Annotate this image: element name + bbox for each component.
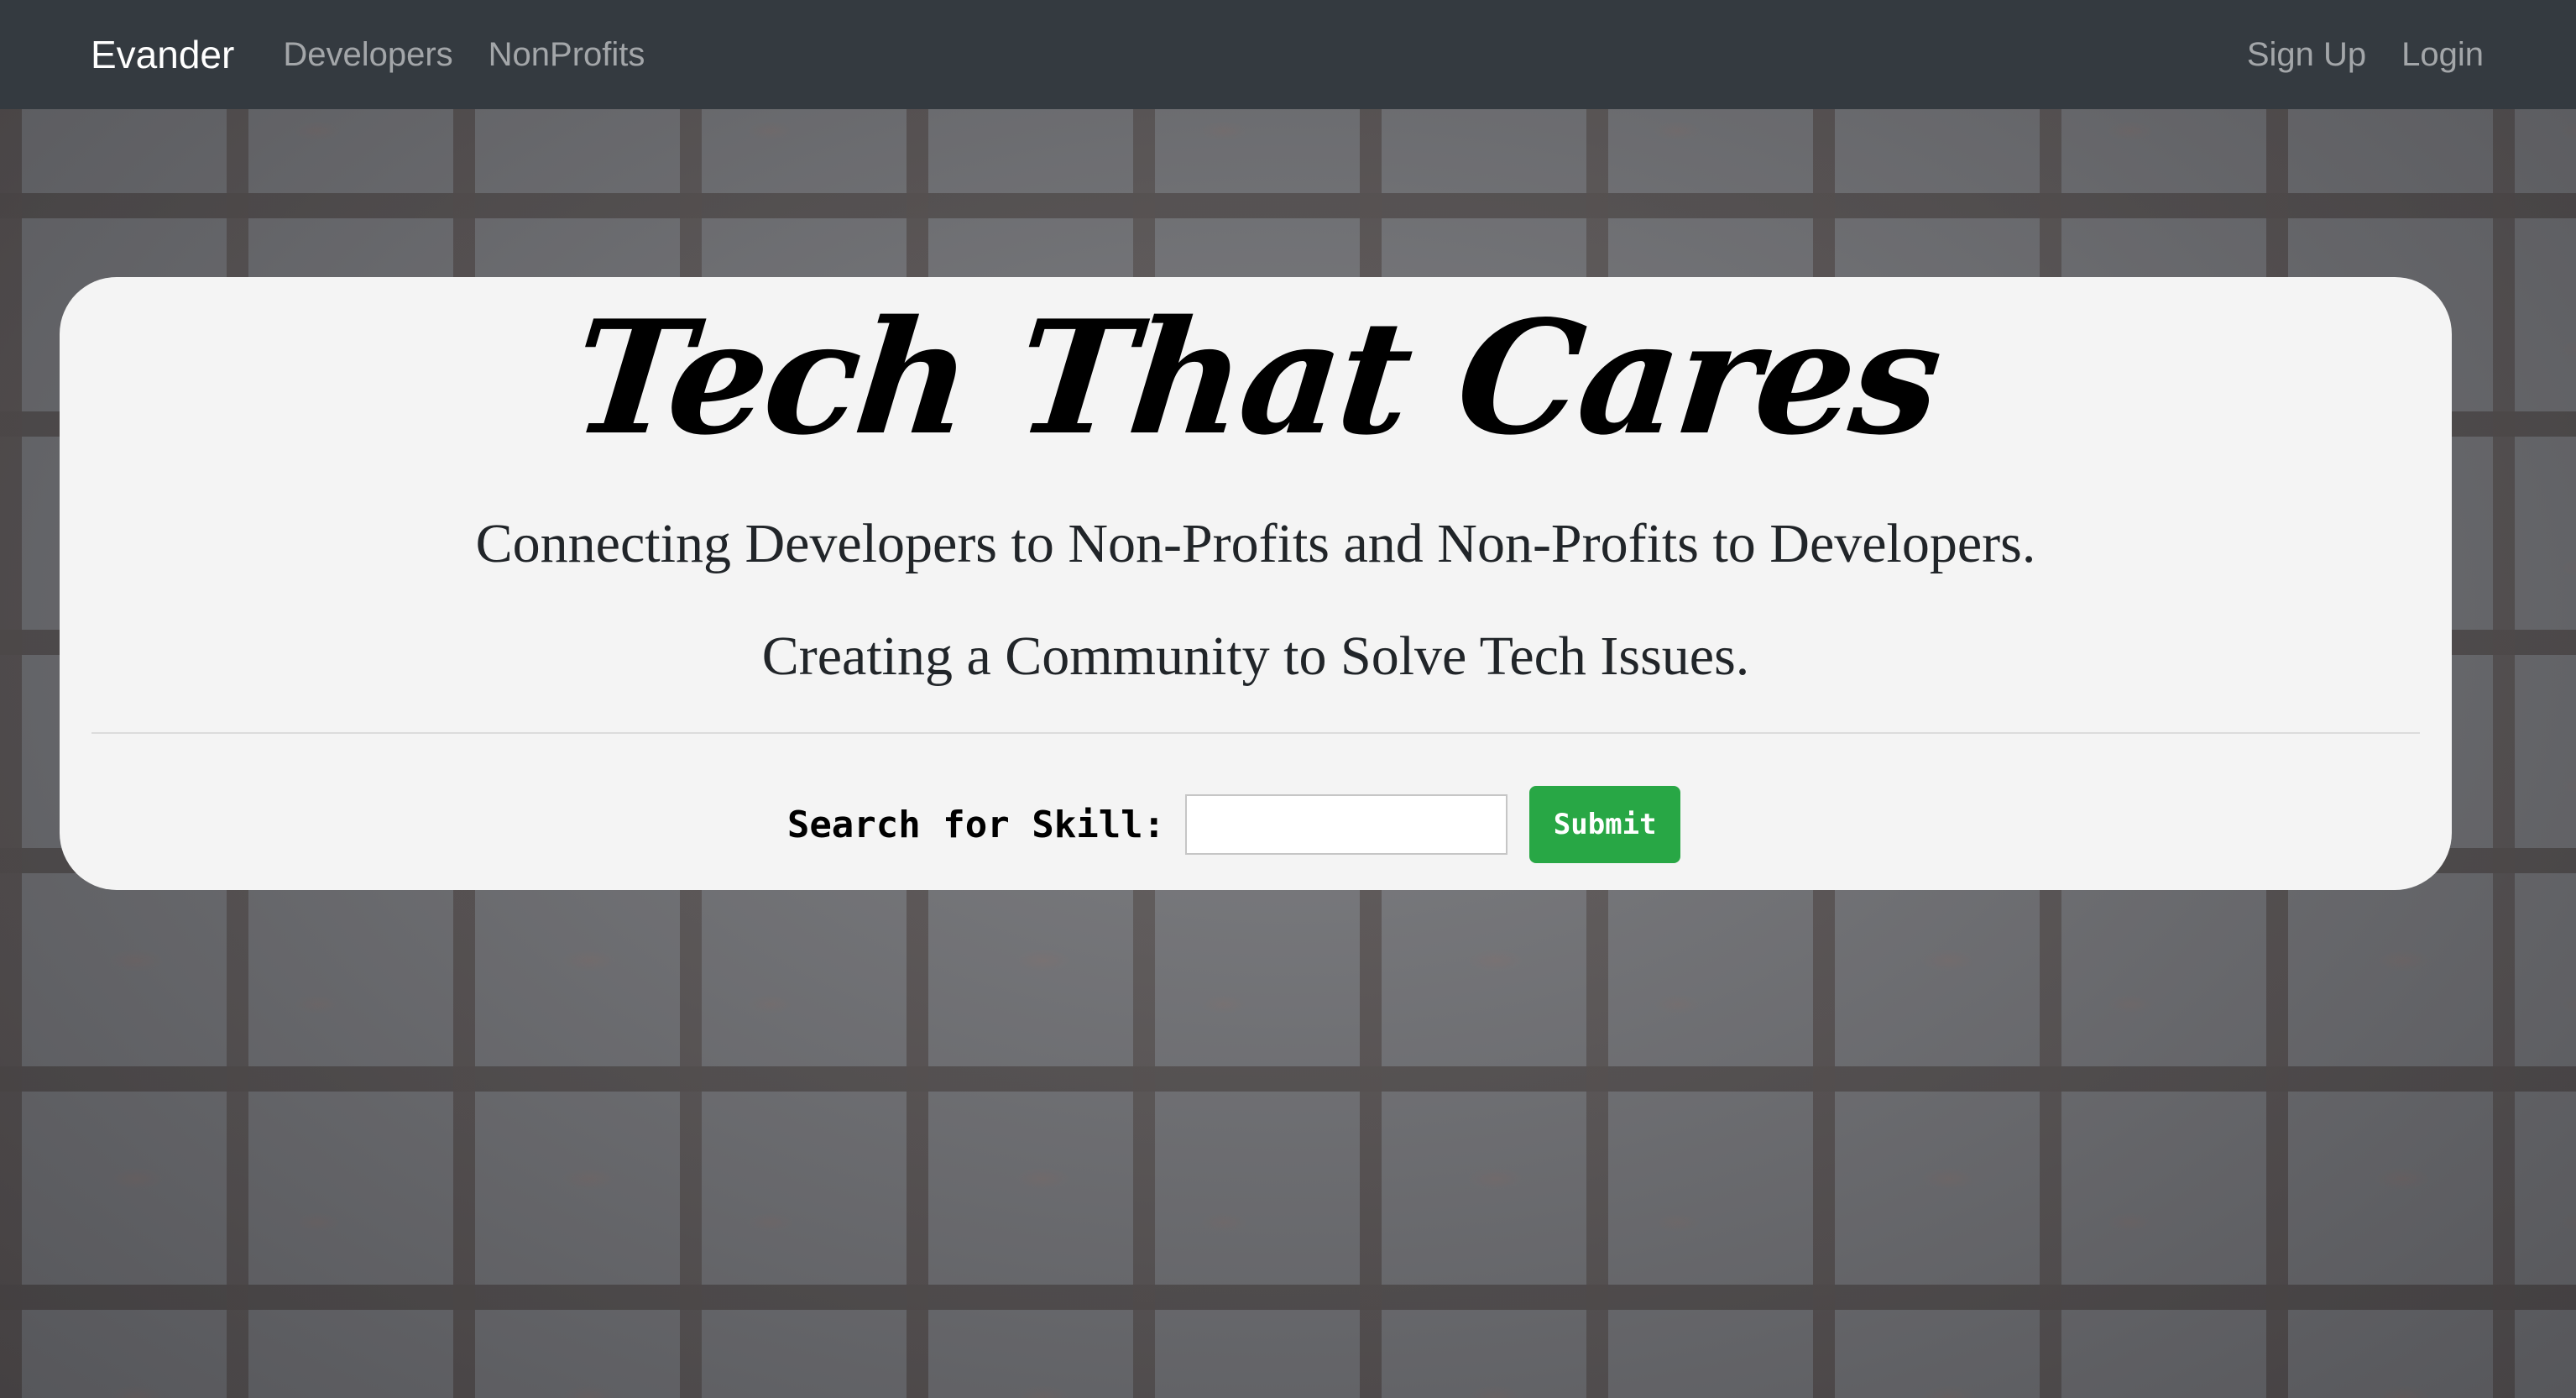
skill-search-input[interactable]	[1185, 794, 1508, 855]
tagline-secondary: Creating a Community to Solve Tech Issue…	[761, 626, 1750, 687]
page-title: Tech That Cares	[564, 285, 1947, 469]
nav-link-nonprofits[interactable]: NonProfits	[489, 36, 645, 74]
hero-card: Tech That Cares Connecting Developers to…	[60, 277, 2452, 890]
nav-right-group: Sign Up Login	[2247, 36, 2484, 74]
submit-button[interactable]: Submit	[1529, 786, 1681, 863]
tagline-primary: Connecting Developers to Non-Profits and…	[475, 513, 2036, 574]
skill-search-form: Search for Skill: Submit	[60, 786, 2452, 863]
nav-link-developers[interactable]: Developers	[283, 36, 452, 74]
nav-link-login[interactable]: Login	[2401, 36, 2484, 74]
search-label: Search for Skill:	[786, 803, 1166, 846]
divider	[91, 732, 2420, 734]
brand-link[interactable]: Evander	[91, 32, 234, 77]
nav-link-sign-up[interactable]: Sign Up	[2247, 36, 2366, 74]
top-navbar: Evander Developers NonProfits Sign Up Lo…	[0, 0, 2576, 109]
